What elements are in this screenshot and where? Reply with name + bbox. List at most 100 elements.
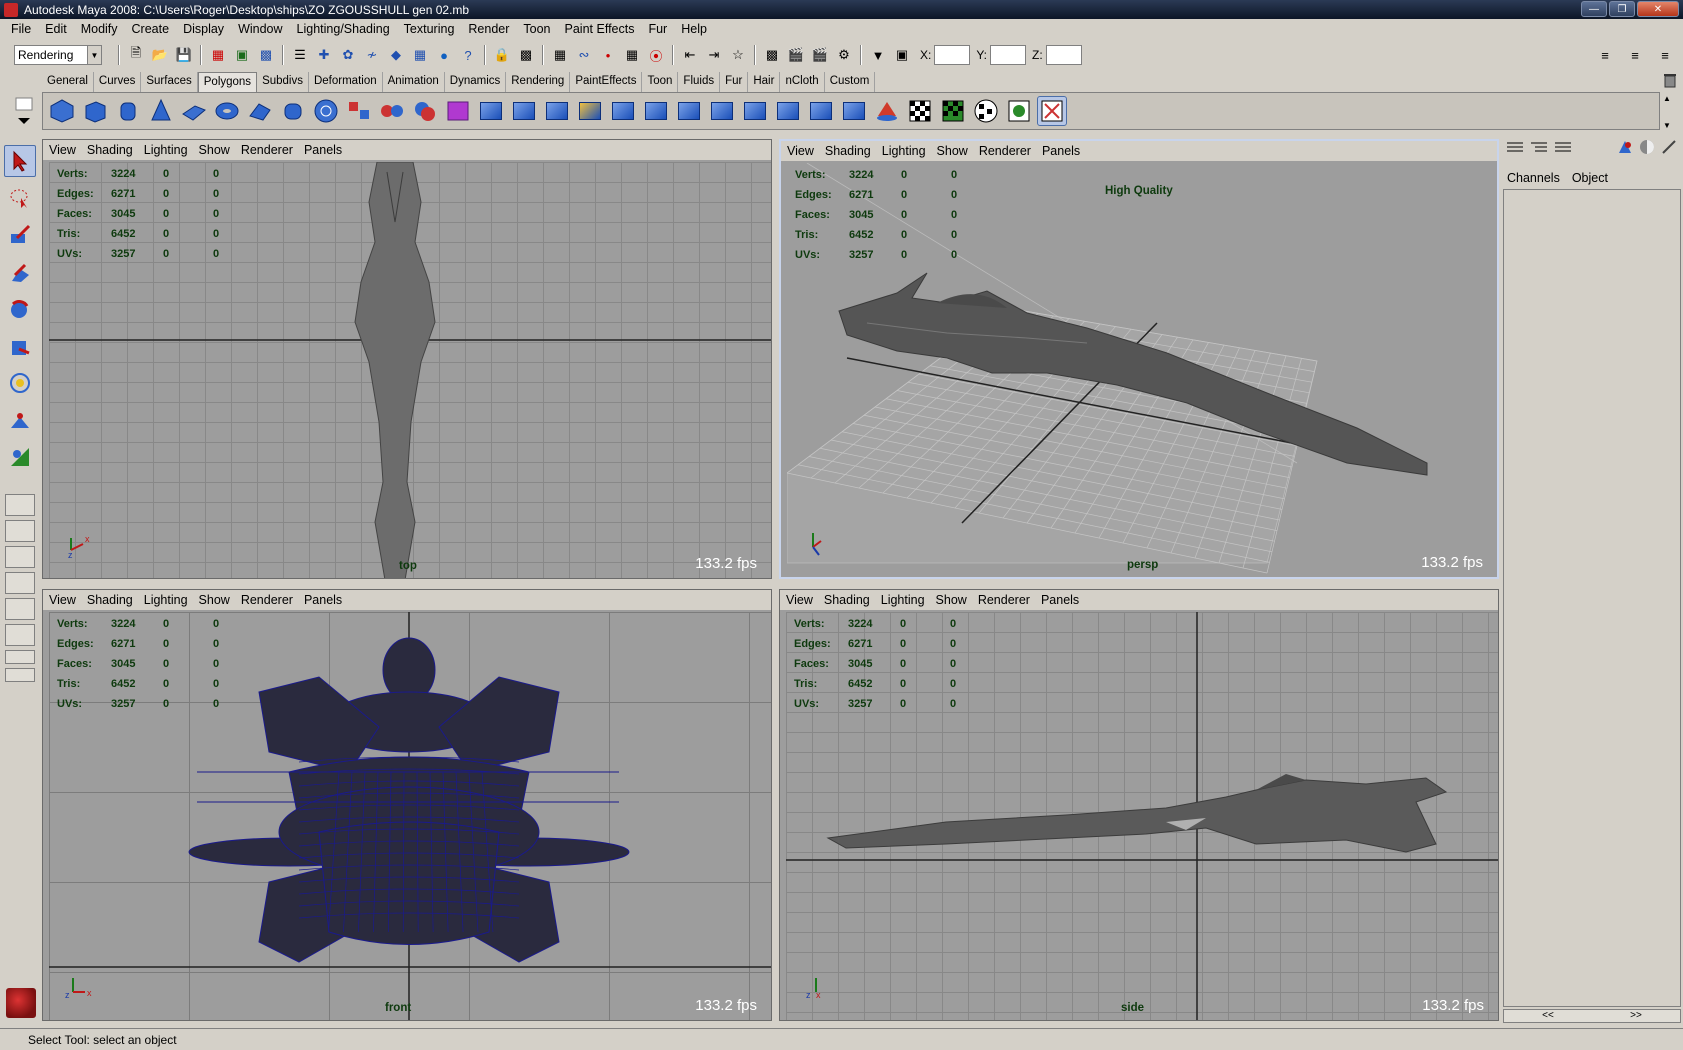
vp-menu-show[interactable]: Show <box>199 593 230 607</box>
shelf-tab-animation[interactable]: Animation <box>383 72 445 92</box>
animation-layer-icon[interactable] <box>1661 139 1677 155</box>
combine-icon[interactable] <box>344 96 374 126</box>
planar-mapping-icon[interactable] <box>905 96 935 126</box>
menu-set-select[interactable]: Rendering ▼ <box>14 45 102 65</box>
shelf-tab-hair[interactable]: Hair <box>748 72 781 92</box>
vp-menu-lighting[interactable]: Lighting <box>144 143 188 157</box>
close-icon[interactable]: ✕ <box>1637 1 1679 17</box>
channel-box-layer-icon[interactable] <box>1555 141 1571 155</box>
shelf-tab-subdivs[interactable]: Subdivs <box>257 72 309 92</box>
select-surfaces-icon[interactable]: ◆ <box>386 45 406 65</box>
y-field[interactable] <box>990 45 1027 65</box>
viewport-top[interactable]: View Shading Lighting Show Renderer Pane… <box>42 139 772 579</box>
selection-mask-icon[interactable]: ☰ <box>290 45 310 65</box>
scroll-left-button[interactable]: << <box>1504 1010 1592 1022</box>
vp-menu-renderer[interactable]: Renderer <box>241 593 293 607</box>
append-polygon-icon[interactable] <box>542 96 572 126</box>
select-by-component-icon[interactable]: ▩ <box>256 45 276 65</box>
viewport-front[interactable]: View Shading Lighting Show Renderer Pane… <box>42 589 772 1021</box>
poly-plane-icon[interactable] <box>179 96 209 126</box>
select-joints-icon[interactable]: ✿ <box>338 45 358 65</box>
shelf-scroll-down-icon[interactable]: ▼ <box>1663 121 1671 130</box>
viewport-persp-canvas[interactable]: Verts: 3224 0 0 Edges: 6271 0 0 Faces: 3045 0 0 T… <box>787 163 1497 577</box>
vp-menu-show[interactable]: Show <box>936 593 967 607</box>
menu-render[interactable]: Render <box>461 22 516 36</box>
vp-menu-shading[interactable]: Shading <box>87 143 133 157</box>
tool-settings-toggle-icon[interactable]: ≡ <box>1625 45 1645 65</box>
select-deformations-icon[interactable]: ▦ <box>410 45 430 65</box>
menu-texturing[interactable]: Texturing <box>397 22 462 36</box>
shelf-tab-curves[interactable]: Curves <box>94 72 142 92</box>
persp-outliner-layout-icon[interactable] <box>5 546 35 568</box>
render-frame-icon[interactable]: 🎬 <box>786 45 806 65</box>
soft-modification-icon[interactable] <box>4 404 36 436</box>
x-field[interactable] <box>934 45 971 65</box>
shelf-tab-polygons[interactable]: Polygons <box>197 72 258 92</box>
viewport-side[interactable]: View Shading Lighting Show Renderer Pane… <box>779 589 1499 1021</box>
restore-icon[interactable]: ❐ <box>1609 1 1635 17</box>
viewport-top-canvas[interactable]: Verts: 3224 0 0 Edges: 6271 0 0 Faces: 3045 0 0 T… <box>49 162 771 578</box>
shelf-tab-custom[interactable]: Custom <box>825 72 876 92</box>
channels-menu[interactable]: Channels <box>1507 171 1560 185</box>
vp-menu-lighting[interactable]: Lighting <box>881 593 925 607</box>
collapse-icon[interactable] <box>707 96 737 126</box>
vp-menu-renderer[interactable]: Renderer <box>241 143 293 157</box>
snap-grid-icon[interactable]: ▦ <box>550 45 570 65</box>
select-curves-icon[interactable]: ≁ <box>362 45 382 65</box>
select-handles-icon[interactable]: ✚ <box>314 45 334 65</box>
vp-menu-lighting[interactable]: Lighting <box>882 144 926 158</box>
shelf-tab-rendering[interactable]: Rendering <box>506 72 571 92</box>
vp-menu-shading[interactable]: Shading <box>87 593 133 607</box>
render-layer-icon[interactable] <box>1639 139 1655 155</box>
shelf-tab-deformation[interactable]: Deformation <box>309 72 383 92</box>
vp-menu-view[interactable]: View <box>49 143 76 157</box>
new-scene-icon[interactable]: 🗎 <box>126 45 146 65</box>
minimize-icon[interactable]: — <box>1581 1 1607 17</box>
vp-menu-lighting[interactable]: Lighting <box>144 593 188 607</box>
poly-pipe-icon[interactable] <box>278 96 308 126</box>
vp-menu-shading[interactable]: Shading <box>824 593 870 607</box>
vp-menu-show[interactable]: Show <box>937 144 968 158</box>
menu-help[interactable]: Help <box>674 22 714 36</box>
vp-menu-view[interactable]: View <box>786 593 813 607</box>
boolean-union-icon[interactable] <box>410 96 440 126</box>
channel-box-toggle-icon[interactable]: ≡ <box>1655 45 1675 65</box>
vp-menu-view[interactable]: View <box>787 144 814 158</box>
single-perspective-layout-icon[interactable] <box>5 494 35 516</box>
shelf-tab-fur[interactable]: Fur <box>720 72 749 92</box>
shelf-tab-toon[interactable]: Toon <box>642 72 679 92</box>
menu-toon[interactable]: Toon <box>516 22 557 36</box>
poly-soccer-ball-icon[interactable] <box>311 96 341 126</box>
save-scene-icon[interactable]: 💾 <box>174 45 194 65</box>
select-rendering-icon[interactable]: ? <box>458 45 478 65</box>
highlight-selection-icon[interactable]: ▩ <box>516 45 536 65</box>
universal-manipulator-icon[interactable] <box>4 367 36 399</box>
make-live-icon[interactable]: ⦿ <box>646 45 666 65</box>
scroll-right-button[interactable]: >> <box>1592 1010 1680 1022</box>
persp-graph-hypergraph-layout-icon[interactable] <box>5 624 35 646</box>
spherical-mapping-icon[interactable] <box>971 96 1001 126</box>
viewport-persp[interactable]: View Shading Lighting Show Renderer Pane… <box>779 139 1499 579</box>
input-ops-icon[interactable]: ⇤ <box>680 45 700 65</box>
lasso-tool-icon[interactable] <box>4 182 36 214</box>
boolean-difference-icon[interactable] <box>443 96 473 126</box>
menu-fur[interactable]: Fur <box>641 22 674 36</box>
shelf-menu[interactable] <box>12 96 36 132</box>
merge-icon[interactable] <box>674 96 704 126</box>
vp-menu-panels[interactable]: Panels <box>304 143 342 157</box>
select-by-hierarchy-icon[interactable]: ▦ <box>208 45 228 65</box>
menu-lighting-shading[interactable]: Lighting/Shading <box>290 22 397 36</box>
open-scene-icon[interactable]: 📂 <box>150 45 170 65</box>
vp-menu-renderer[interactable]: Renderer <box>978 593 1030 607</box>
poly-torus-icon[interactable] <box>212 96 242 126</box>
smooth-icon[interactable] <box>740 96 770 126</box>
viewport-front-canvas[interactable]: zx front 133.2 fps Verts: 3224 0 0 Edges: 62… <box>49 612 771 1020</box>
object-menu[interactable]: Object <box>1572 171 1608 185</box>
shelf-tab-ncloth[interactable]: nCloth <box>780 72 825 92</box>
snap-point-icon[interactable]: • <box>598 45 618 65</box>
menu-modify[interactable]: Modify <box>74 22 125 36</box>
channel-box-attr-icon[interactable] <box>1531 141 1547 155</box>
shelf-tab-painteffects[interactable]: PaintEffects <box>570 72 643 92</box>
menu-edit[interactable]: Edit <box>38 22 74 36</box>
poly-cylinder-icon[interactable] <box>113 96 143 126</box>
